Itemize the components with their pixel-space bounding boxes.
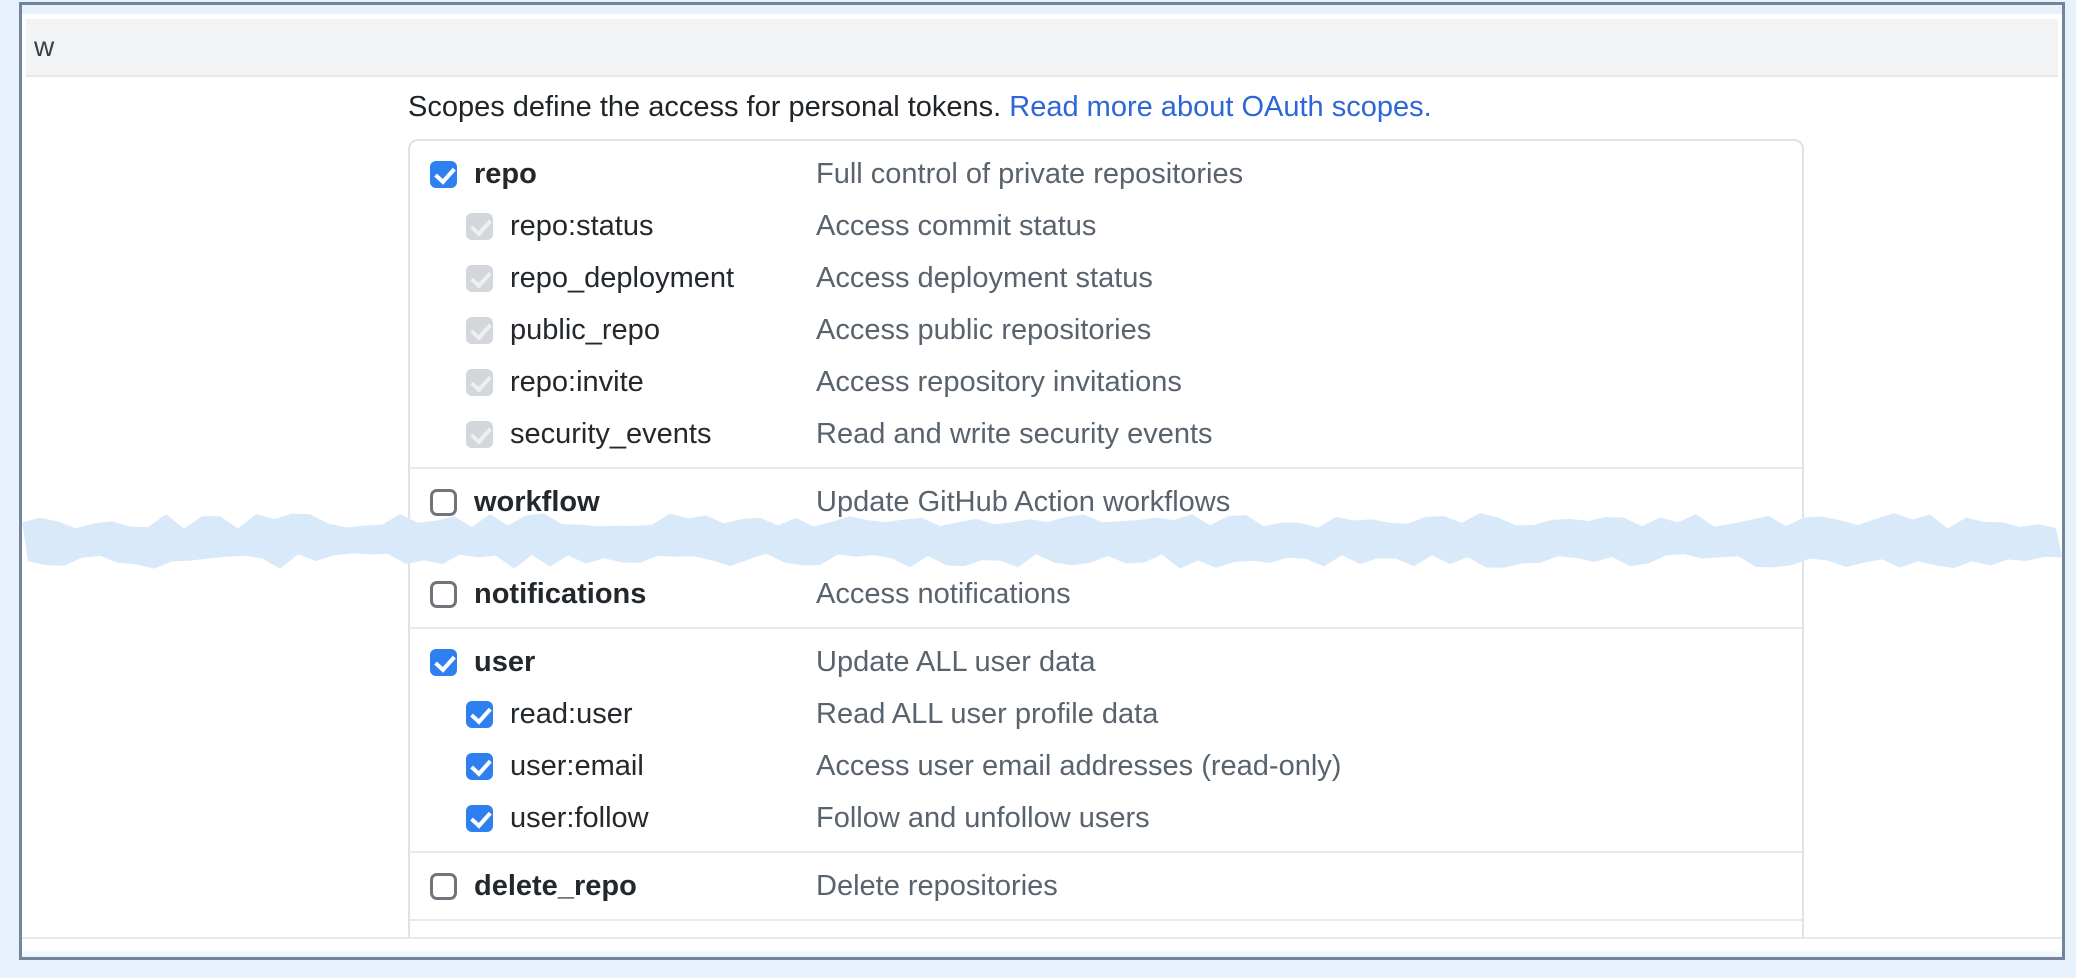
scope-description-notifications: Access notifications — [816, 578, 1071, 611]
scope-label-user-follow[interactable]: user:follow — [510, 802, 649, 835]
checkbox-user-email[interactable] — [466, 753, 493, 780]
scope-description-repo: Full control of private repositories — [816, 158, 1243, 191]
scope-row-user-follow: user:follow Follow and unfollow users — [410, 792, 1802, 844]
checkbox-read-user[interactable] — [466, 701, 493, 728]
scope-group: repo Full control of private repositorie… — [410, 141, 1802, 467]
scope-row-read-user: read:user Read ALL user profile data — [410, 688, 1802, 740]
scopes-intro: Scopes define the access for personal to… — [408, 89, 2062, 125]
scope-description-repo_deployment: Access deployment status — [816, 262, 1153, 295]
note-header-bar: w — [26, 19, 2058, 77]
checkbox-repo[interactable] — [430, 161, 457, 188]
scope-label-repo_deployment[interactable]: repo_deployment — [510, 262, 734, 295]
scope-row-delete_repo: delete_repo Delete repositories — [410, 860, 1802, 912]
scope-description-delete_repo: Delete repositories — [816, 870, 1058, 903]
checkbox-user[interactable] — [430, 649, 457, 676]
scope-label-repo[interactable]: repo — [474, 158, 537, 191]
scopes-intro-text: Scopes define the access for personal to… — [408, 91, 1009, 123]
checkbox-delete_repo[interactable] — [430, 873, 457, 900]
settings-panel: w Scopes define the access for personal … — [19, 2, 2065, 960]
scope-label-repo-status[interactable]: repo:status — [510, 210, 653, 243]
scope-label-public_repo[interactable]: public_repo — [510, 314, 660, 347]
oauth-scopes-link[interactable]: Read more about OAuth scopes. — [1009, 91, 1431, 123]
scope-row-repo_deployment: repo_deployment Access deployment status — [410, 252, 1802, 304]
checkbox-repo_deployment — [466, 265, 493, 292]
scope-description-user: Update ALL user data — [816, 646, 1095, 679]
scope-label-read-user[interactable]: read:user — [510, 698, 633, 731]
scope-row-user-email: user:email Access user email addresses (… — [410, 740, 1802, 792]
checkbox-repo-invite — [466, 369, 493, 396]
scope-row-security_events: security_events Read and write security … — [410, 408, 1802, 460]
scope-description-repo-status: Access commit status — [816, 210, 1096, 243]
scope-description-user-email: Access user email addresses (read-only) — [816, 750, 1341, 783]
scope-label-notifications[interactable]: notifications — [474, 578, 646, 611]
scope-label-user-email[interactable]: user:email — [510, 750, 644, 783]
scope-row-notifications: notifications Access notifications — [410, 568, 1802, 620]
scope-label-delete_repo[interactable]: delete_repo — [474, 870, 637, 903]
checkbox-public_repo — [466, 317, 493, 344]
scope-group: user Update ALL user data read:user Read… — [410, 629, 1802, 851]
scope-label-repo-invite[interactable]: repo:invite — [510, 366, 644, 399]
scope-description-user-follow: Follow and unfollow users — [816, 802, 1150, 835]
scope-description-repo-invite: Access repository invitations — [816, 366, 1182, 399]
scope-description-security_events: Read and write security events — [816, 418, 1213, 451]
scope-row-repo-status: repo:status Access commit status — [410, 200, 1802, 252]
scope-description-read-user: Read ALL user profile data — [816, 698, 1158, 731]
panel-footer-strip — [22, 937, 2062, 957]
group-divider — [410, 919, 1802, 921]
scope-label-security_events[interactable]: security_events — [510, 418, 712, 451]
scope-row-user: user Update ALL user data — [410, 636, 1802, 688]
scopes-section: Scopes define the access for personal to… — [22, 77, 2062, 939]
panel-top-strip — [22, 5, 2062, 14]
scope-row-public_repo: public_repo Access public repositories — [410, 304, 1802, 356]
checkbox-user-follow[interactable] — [466, 805, 493, 832]
torn-screenshot-band — [22, 510, 2062, 572]
note-header-text: w — [34, 31, 54, 63]
checkbox-repo-status — [466, 213, 493, 240]
checkbox-security_events — [466, 421, 493, 448]
scope-label-user[interactable]: user — [474, 646, 535, 679]
scope-group: delete_repo Delete repositories — [410, 853, 1802, 919]
checkbox-notifications[interactable] — [430, 581, 457, 608]
scope-row-repo-invite: repo:invite Access repository invitation… — [410, 356, 1802, 408]
scope-row-repo: repo Full control of private repositorie… — [410, 148, 1802, 200]
scope-description-public_repo: Access public repositories — [816, 314, 1151, 347]
torn-band-shape — [22, 513, 2062, 569]
